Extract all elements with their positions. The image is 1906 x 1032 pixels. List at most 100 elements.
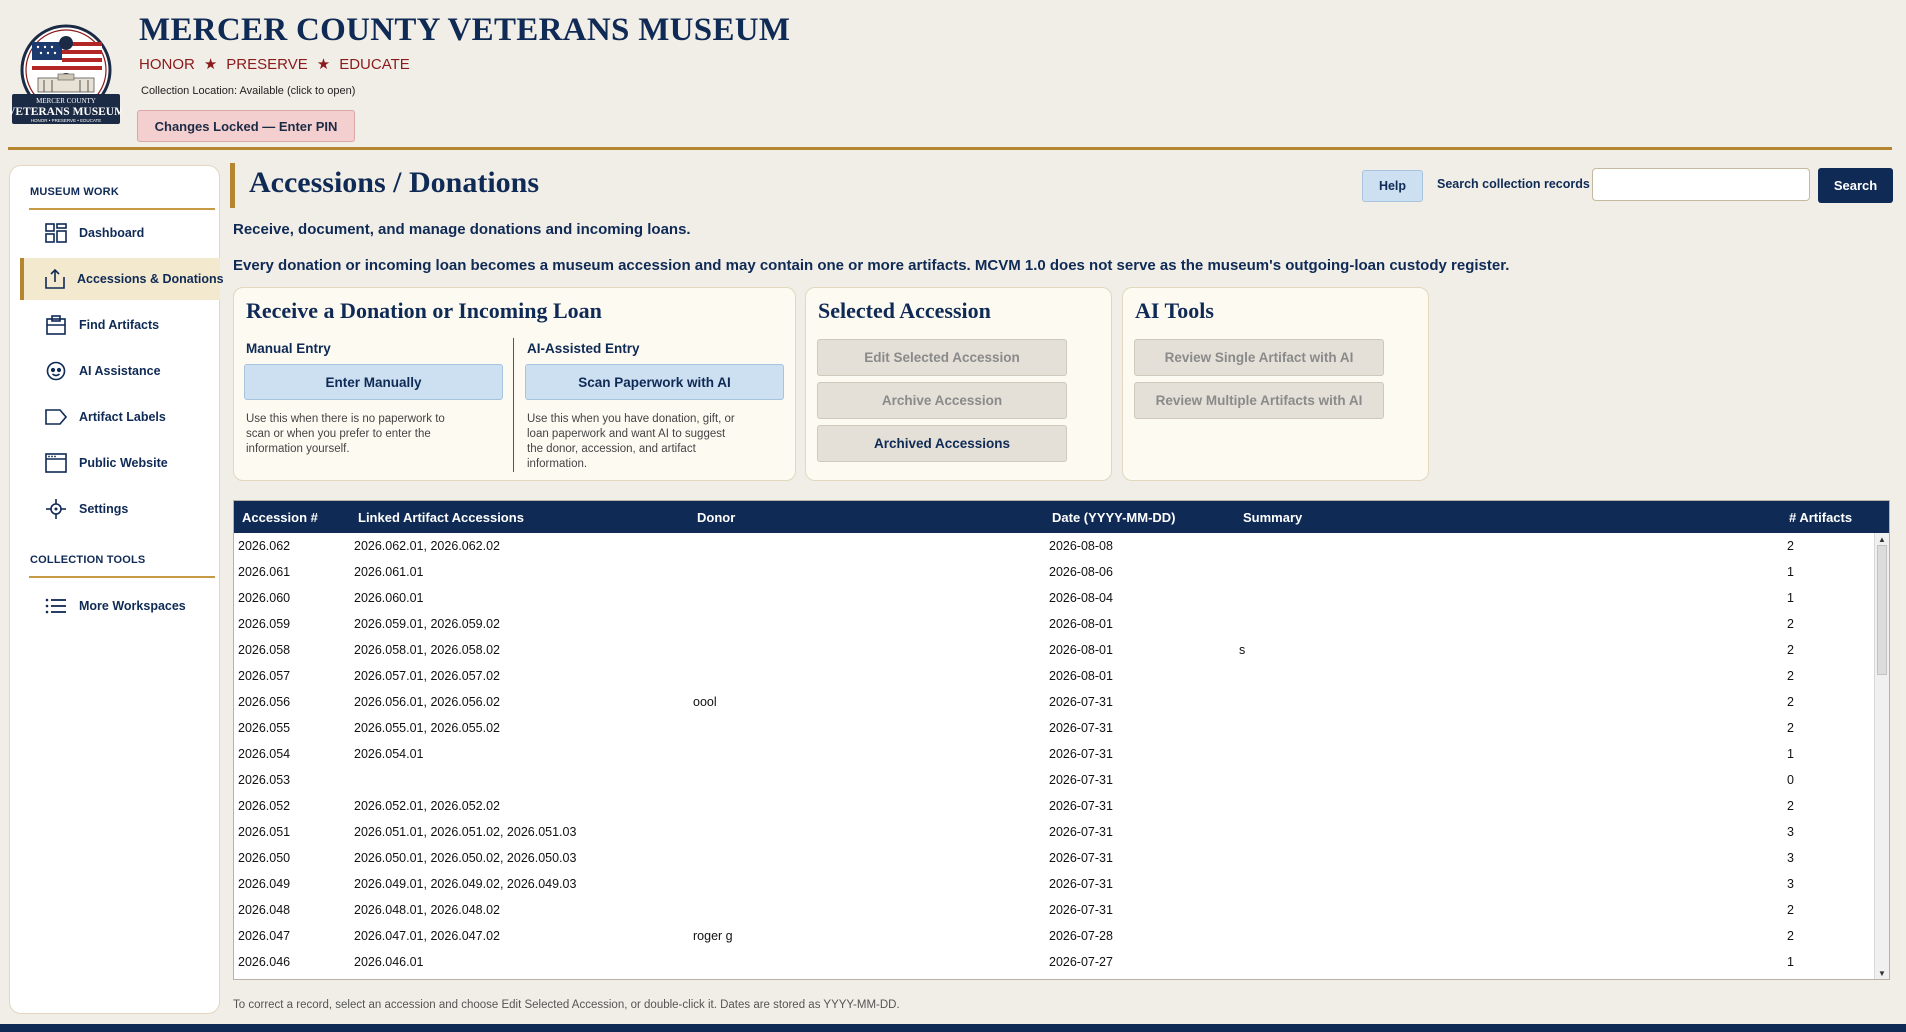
table-row[interactable]: 2026.053 2026-07-31 0: [234, 767, 1874, 793]
table-row[interactable]: 2026.051 2026.051.01, 2026.051.02, 2026.0…: [234, 819, 1874, 845]
panel-divider: [513, 338, 514, 472]
archived-accessions-button[interactable]: Archived Accessions: [817, 425, 1067, 462]
collection-location-link[interactable]: Collection Location: Available (click to…: [141, 85, 355, 97]
sidebar-item-settings[interactable]: Settings: [20, 488, 220, 530]
table-cell: 2026.047.01, 2026.047.02: [354, 929, 500, 943]
search-input[interactable]: [1592, 168, 1810, 201]
table-cell: 2026.057: [238, 669, 291, 683]
column-header[interactable]: Date (YYYY-MM-DD): [1052, 510, 1176, 525]
table-row[interactable]: 2026.056 2026.056.01, 2026.056.02 oool 2026…: [234, 689, 1874, 715]
sidebar-item-label: Artifact Labels: [79, 410, 166, 424]
table-row[interactable]: 2026.046 2026.046.01 2026-07-27 1: [234, 949, 1874, 975]
accessions-table: Accession # Linked Artifact Accessions D…: [233, 500, 1890, 980]
panel-title: AI Tools: [1135, 298, 1214, 323]
table-cell: 2026.050.01, 2026.050.02, 2026.050.03: [354, 851, 577, 865]
table-cell: 2: [1787, 695, 1794, 709]
table-row[interactable]: 2026.052 2026.052.01, 2026.052.02 2026-07-…: [234, 793, 1874, 819]
review-multiple-artifacts-button[interactable]: Review Multiple Artifacts with AI: [1134, 382, 1384, 419]
table-row[interactable]: 2026.047 2026.047.01, 2026.047.02 roger g 2…: [234, 923, 1874, 949]
sidebar-item-ai-assistance[interactable]: AI Assistance: [20, 350, 220, 392]
edit-selected-accession-button[interactable]: Edit Selected Accession: [817, 339, 1067, 376]
ai-entry-help: Use this when you have donation, gift, o…: [527, 413, 735, 470]
table-cell: 2026.048: [238, 903, 291, 917]
table-cell: 2: [1787, 669, 1794, 683]
table-cell: 2026.046: [238, 955, 291, 969]
sidebar-divider: [29, 208, 215, 210]
table-cell: roger g: [693, 929, 733, 943]
sidebar-section-heading: COLLECTION TOOLS: [30, 554, 146, 566]
ai-entry-heading: AI-Assisted Entry: [527, 341, 640, 356]
table-row[interactable]: 2026.049 2026.049.01, 2026.049.02, 2026.0…: [234, 871, 1874, 897]
page-title: Accessions / Donations: [249, 166, 540, 199]
sidebar-item-accessions[interactable]: Accessions & Donations: [20, 258, 224, 300]
table-header: Accession # Linked Artifact Accessions D…: [234, 501, 1889, 533]
column-header[interactable]: Linked Artifact Accessions: [358, 510, 524, 525]
table-cell: 2026.059: [238, 617, 291, 631]
table-cell: 2026-07-31: [1049, 695, 1113, 709]
sidebar-item-public-website[interactable]: Public Website: [20, 442, 220, 484]
unlock-changes-button[interactable]: Changes Locked — Enter PIN: [137, 110, 355, 142]
sidebar-item-label: Accessions & Donations: [77, 272, 224, 286]
museum-logo: MERCER COUNTY VETERANS MUSEUM HONOR • PR…: [10, 24, 122, 124]
sidebar-item-find-artifacts[interactable]: Find Artifacts: [20, 304, 220, 346]
table-cell: 2: [1787, 721, 1794, 735]
page-intro: Receive, document, and manage donations …: [233, 221, 691, 238]
scan-paperwork-button[interactable]: Scan Paperwork with AI: [525, 364, 784, 400]
table-row[interactable]: 2026.061 2026.061.01 2026-08-06 1: [234, 559, 1874, 585]
table-cell: 1: [1787, 747, 1794, 761]
table-cell: 2026-07-31: [1049, 799, 1113, 813]
table-row[interactable]: 2026.048 2026.048.01, 2026.048.02 2026-07-…: [234, 897, 1874, 923]
table-cell: 2026.055: [238, 721, 291, 735]
table-row[interactable]: 2026.060 2026.060.01 2026-08-04 1: [234, 585, 1874, 611]
scroll-down-icon[interactable]: ▼: [1876, 967, 1888, 979]
table-cell: 2026.062.01, 2026.062.02: [354, 539, 500, 553]
enter-manually-button[interactable]: Enter Manually: [244, 364, 503, 400]
clipboard-icon: [44, 313, 68, 337]
table-row[interactable]: 2026.055 2026.055.01, 2026.055.02 2026-07-…: [234, 715, 1874, 741]
ai-tools-panel: AI Tools Review Single Artifact with AI …: [1122, 287, 1429, 481]
table-cell: 2: [1787, 799, 1794, 813]
scroll-up-icon[interactable]: ▲: [1876, 533, 1888, 545]
sidebar-item-dashboard[interactable]: Dashboard: [20, 212, 220, 254]
table-cell: 2: [1787, 929, 1794, 943]
column-header[interactable]: Donor: [697, 510, 735, 525]
table-cell: 2026.059.01, 2026.059.02: [354, 617, 500, 631]
table-row[interactable]: 2026.057 2026.057.01, 2026.057.02 2026-08-…: [234, 663, 1874, 689]
star-icon: ★: [316, 56, 331, 73]
table-row[interactable]: 2026.050 2026.050.01, 2026.050.02, 2026.0…: [234, 845, 1874, 871]
review-single-artifact-button[interactable]: Review Single Artifact with AI: [1134, 339, 1384, 376]
receive-panel: Receive a Donation or Incoming Loan Manu…: [233, 287, 796, 481]
scroll-thumb[interactable]: [1877, 545, 1887, 675]
column-header[interactable]: Summary: [1243, 510, 1302, 525]
table-cell: 3: [1787, 851, 1794, 865]
logo-text-top: MERCER COUNTY: [36, 97, 96, 105]
table-cell: 0: [1787, 773, 1794, 787]
help-button[interactable]: Help: [1362, 170, 1423, 202]
table-cell: 2026.054.01: [354, 747, 424, 761]
column-header[interactable]: Accession #: [242, 510, 318, 525]
table-row[interactable]: 2026.059 2026.059.01, 2026.059.02 2026-08-…: [234, 611, 1874, 637]
table-cell: 2026.056: [238, 695, 291, 709]
table-row[interactable]: 2026.054 2026.054.01 2026-07-31 1: [234, 741, 1874, 767]
table-scrollbar[interactable]: ▲ ▼: [1874, 533, 1889, 979]
header-divider: [8, 147, 1892, 150]
inbox-icon: [44, 267, 66, 291]
sidebar-item-label: Find Artifacts: [79, 318, 160, 332]
search-button[interactable]: Search: [1818, 168, 1893, 203]
table-cell: 2026-08-01: [1049, 669, 1113, 683]
tagline-word: EDUCATE: [339, 55, 410, 73]
table-cell: 2026-07-31: [1049, 825, 1113, 839]
manual-entry-help: Use this when there is no paperwork to s…: [246, 413, 445, 455]
sidebar-item-more-workspaces[interactable]: More Workspaces: [20, 585, 220, 627]
table-cell: 2026-07-31: [1049, 721, 1113, 735]
table-cell: 2: [1787, 539, 1794, 553]
sidebar: MUSEUM WORK Dashboard Accessions & Donat…: [9, 165, 224, 1014]
archive-accession-button[interactable]: Archive Accession: [817, 382, 1067, 419]
table-cell: 1: [1787, 565, 1794, 579]
table-cell: 2026-08-01: [1049, 643, 1113, 657]
sidebar-item-artifact-labels[interactable]: Artifact Labels: [20, 396, 220, 438]
table-row[interactable]: 2026.062 2026.062.01, 2026.062.02 2026-08-…: [234, 533, 1874, 559]
column-header[interactable]: # Artifacts: [1789, 510, 1852, 525]
table-row[interactable]: 2026.058 2026.058.01, 2026.058.02 2026-08-…: [234, 637, 1874, 663]
table-cell: 2026-08-06: [1049, 565, 1113, 579]
